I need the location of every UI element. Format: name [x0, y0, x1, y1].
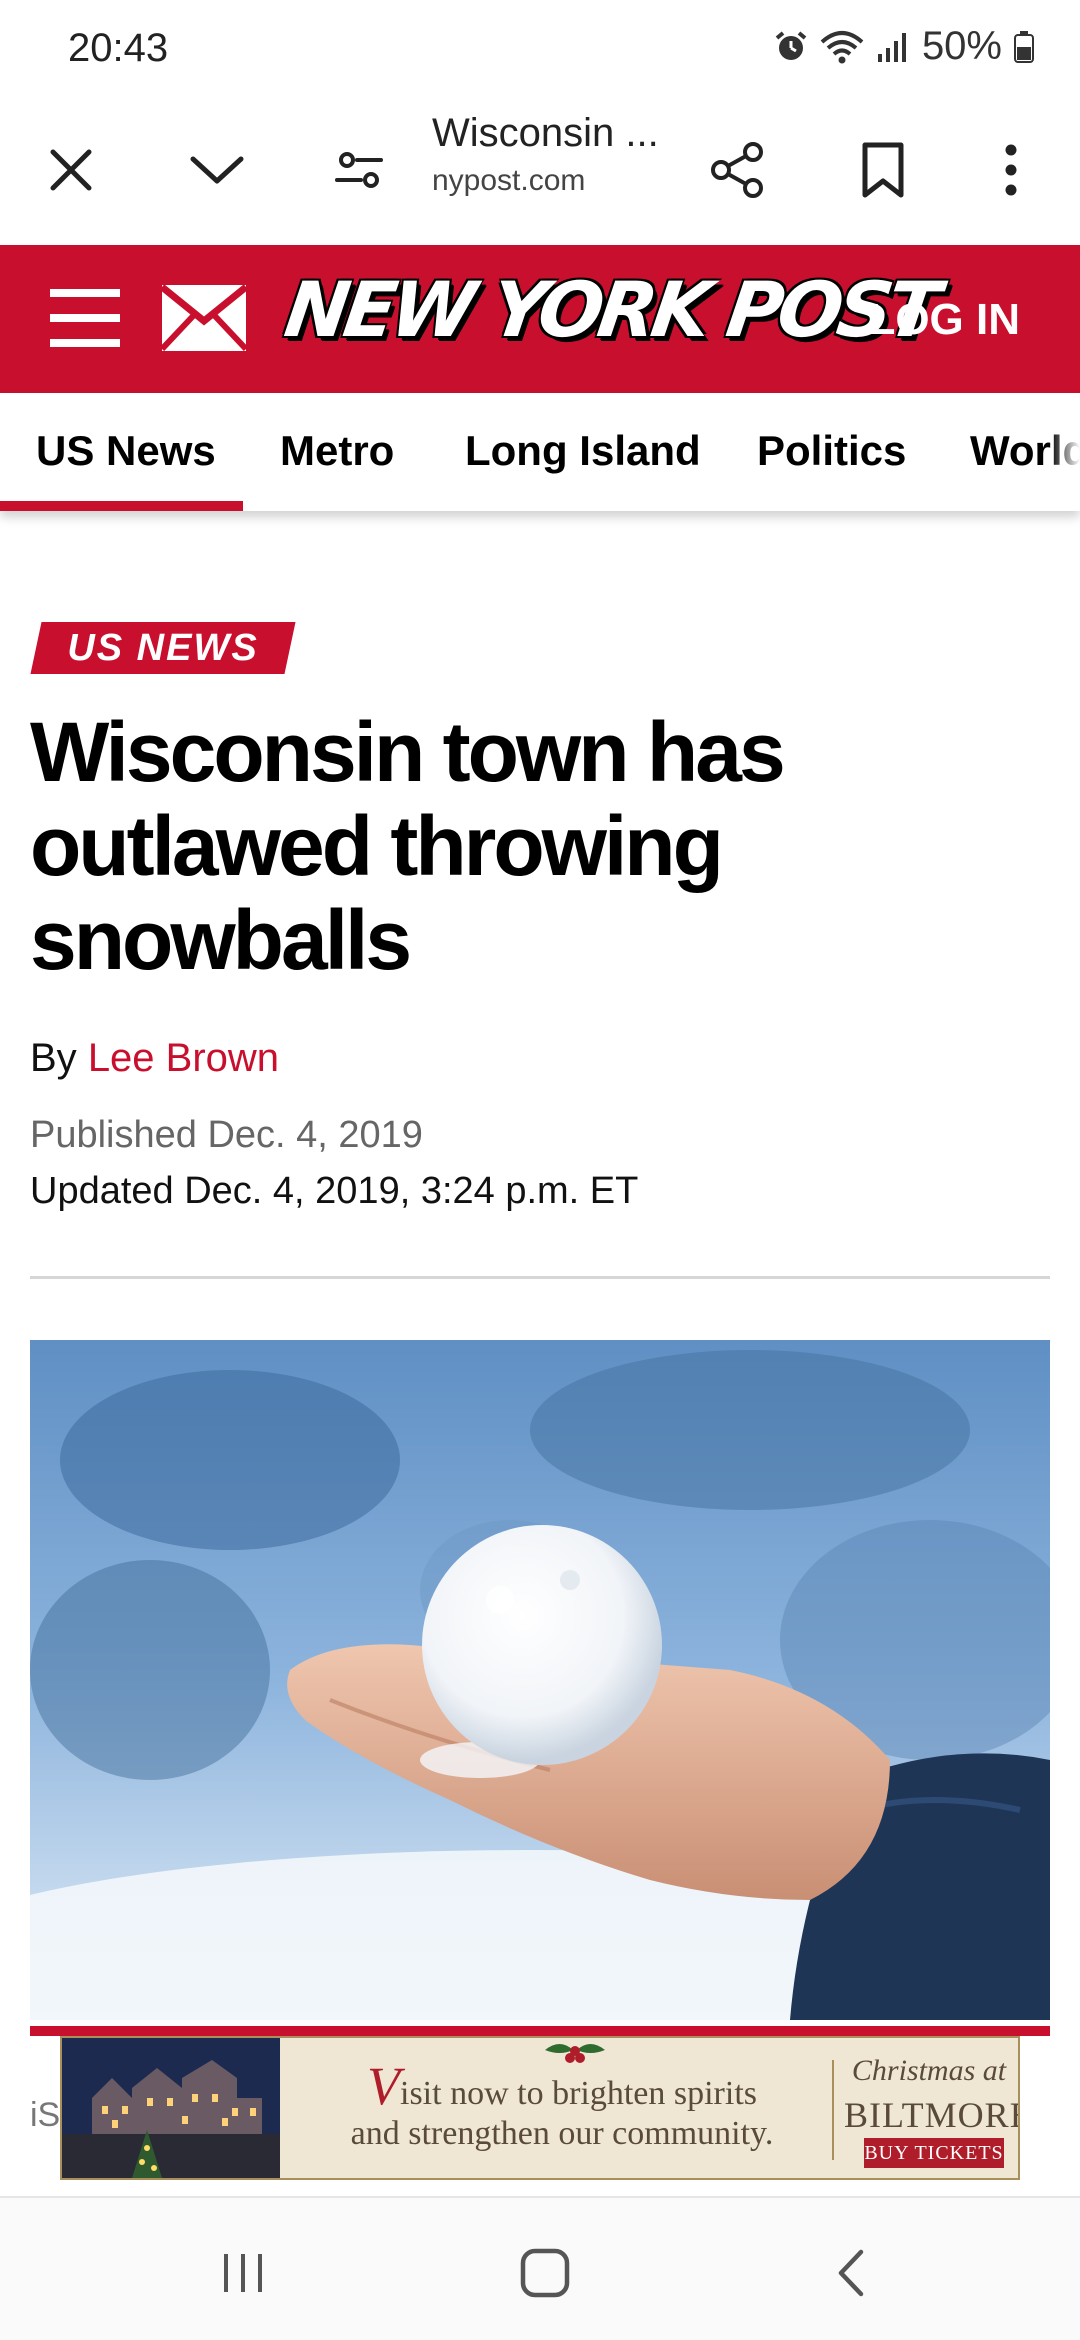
buy-tickets-button[interactable]: BUY TICKETS	[864, 2138, 1004, 2168]
login-button[interactable]: LOG IN	[868, 295, 1020, 345]
tab-us-news[interactable]: US News	[36, 427, 216, 475]
ad-image	[62, 2038, 280, 2178]
section-kicker[interactable]: US NEWS	[30, 622, 296, 674]
byline-prefix: By	[30, 1036, 77, 1080]
tab-domain: nypost.com	[432, 164, 586, 197]
browser-toolbar: Wisconsin ... nypost.com	[0, 95, 1080, 245]
ad-message-initial: V	[367, 2056, 400, 2116]
divider	[30, 1276, 1050, 1279]
site-logo[interactable]: NEW YORK POST	[280, 265, 941, 354]
updated-date: Updated Dec. 4, 2019, 3:24 p.m. ET	[30, 1170, 639, 1212]
status-bar: 20:43 50%	[0, 0, 1080, 95]
photo-caption-rule	[30, 2026, 1050, 2036]
wifi-icon	[820, 30, 864, 64]
newsletter-mail-icon[interactable]	[159, 284, 249, 356]
ad-message: Visit now to brighten spirits and streng…	[302, 2059, 822, 2154]
article-headline: Wisconsin town has outlawed throwing sno…	[30, 705, 786, 987]
caption-fragment: iS	[30, 2096, 61, 2134]
signal-icon	[876, 30, 910, 64]
recent-apps-icon[interactable]	[208, 2238, 278, 2308]
ad-brand-line1: Christmas at	[851, 2054, 1007, 2087]
more-options-icon[interactable]	[966, 125, 1056, 215]
ad-brand-line2: BILTMORE	[844, 2095, 1020, 2135]
close-icon[interactable]	[26, 125, 116, 215]
ad-message-line1: isit now to brighten spirits	[400, 2075, 757, 2112]
site-header: NEW YORK POST LOG IN	[0, 245, 1080, 393]
chevron-down-icon[interactable]	[172, 125, 262, 215]
author-link[interactable]: Lee Brown	[88, 1036, 279, 1080]
section-nav: US News Metro Long Island Politics World	[0, 393, 1080, 511]
ad-message-line2: and strengthen our community.	[350, 2115, 774, 2152]
battery-percent: 50%	[921, 24, 1002, 68]
back-icon[interactable]	[816, 2238, 886, 2308]
status-icons: 50%	[774, 24, 1034, 69]
site-settings-icon[interactable]	[314, 125, 404, 215]
system-nav-bar	[0, 2196, 1080, 2340]
status-time: 20:43	[68, 26, 169, 70]
published-date: Published Dec. 4, 2019	[30, 1114, 423, 1156]
ad-separator	[832, 2060, 834, 2160]
article-photo[interactable]	[30, 1340, 1050, 2020]
battery-icon	[1014, 30, 1034, 63]
page-title-block[interactable]: Wisconsin ... nypost.com	[432, 111, 662, 198]
byline: By Lee Brown	[30, 1036, 279, 1081]
kicker-label: US NEWS	[67, 627, 259, 669]
alarm-icon	[774, 30, 808, 64]
home-icon[interactable]	[510, 2238, 580, 2308]
tab-long-island[interactable]: Long Island	[465, 427, 701, 475]
scroll-fade	[1050, 393, 1080, 511]
tab-metro[interactable]: Metro	[280, 427, 394, 475]
active-tab-indicator	[0, 501, 243, 511]
tab-title: Wisconsin ...	[432, 111, 659, 155]
menu-icon[interactable]	[50, 287, 120, 349]
bookmark-icon[interactable]	[838, 125, 928, 215]
ad-banner[interactable]: Visit now to brighten spirits and streng…	[60, 2036, 1020, 2180]
share-icon[interactable]	[692, 125, 782, 215]
tab-politics[interactable]: Politics	[757, 427, 906, 475]
